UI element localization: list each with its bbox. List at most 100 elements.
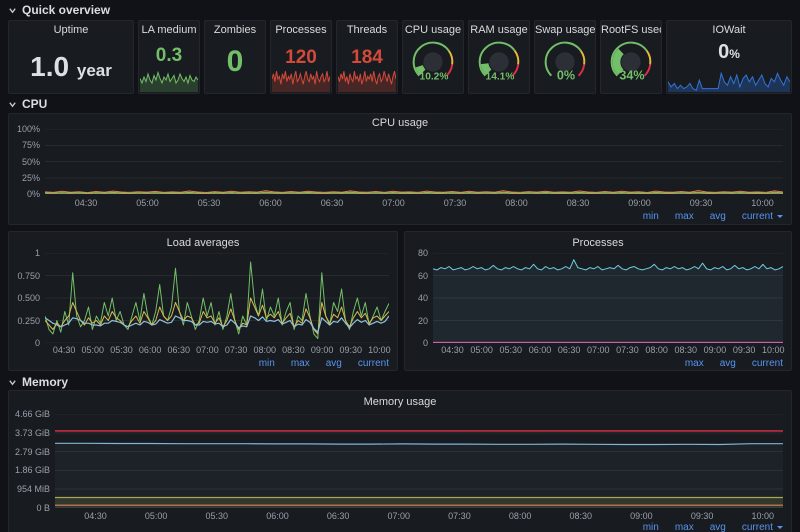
y-axis-label: 20 — [405, 316, 428, 326]
zombies-value: 0 — [205, 45, 265, 79]
legend-max[interactable]: max — [675, 522, 694, 532]
threads-sparkline — [338, 66, 396, 92]
legend-current[interactable]: current — [752, 358, 783, 369]
ram-usage-gauge: 14.1% — [469, 37, 529, 85]
panel-title[interactable]: RootFS used — [601, 24, 661, 36]
legend-min[interactable]: min — [643, 211, 659, 222]
legend-current[interactable]: current — [742, 211, 783, 222]
y-axis-label: 3.73 GiB — [9, 428, 50, 438]
panel-title[interactable]: LA medium — [139, 24, 199, 36]
y-axis-label: 25% — [9, 173, 40, 183]
panel-processes-stat: Processes 120 — [270, 20, 332, 94]
section-title: CPU — [22, 97, 47, 111]
legend-avg[interactable]: avg — [720, 358, 736, 369]
panel-title[interactable]: Memory usage — [9, 396, 791, 408]
y-axis-label: 0 B — [9, 503, 50, 513]
svg-text:10.2%: 10.2% — [420, 71, 449, 82]
legend-max[interactable]: max — [685, 358, 704, 369]
section-quick-overview[interactable]: Quick overview — [8, 3, 110, 17]
x-axis-label: 06:00 — [257, 511, 297, 521]
panel-title[interactable]: Zombies — [205, 24, 265, 36]
caret-down-icon — [777, 215, 783, 221]
y-axis-label: 100% — [9, 124, 40, 134]
panel-title[interactable]: Load averages — [9, 237, 397, 249]
section-cpu[interactable]: CPU — [8, 97, 47, 111]
panel-ram-gauge: RAM usage 14.1% — [468, 20, 530, 94]
chevron-down-icon — [8, 100, 17, 109]
chevron-down-icon — [8, 378, 17, 387]
x-axis-label: 09:00 — [621, 511, 661, 521]
y-axis-label: 75% — [9, 140, 40, 150]
x-axis-label: 08:00 — [500, 511, 540, 521]
chevron-down-icon — [8, 6, 17, 15]
section-memory[interactable]: Memory — [8, 375, 68, 389]
panel-title[interactable]: RAM usage — [469, 24, 529, 36]
legend-row: min max avg current — [259, 358, 389, 369]
rootfs-used-gauge: 34% — [601, 37, 661, 85]
y-axis-label: 80 — [405, 248, 428, 258]
panel-rootfs-gauge: RootFS used 34% — [600, 20, 662, 94]
x-axis-label: 04:30 — [66, 198, 106, 208]
x-axis-label: 07:30 — [439, 511, 479, 521]
x-axis-label: 10:00 — [743, 511, 783, 521]
legend-current[interactable]: current — [358, 358, 389, 369]
panel-title[interactable]: Swap usage — [535, 24, 595, 36]
legend-row: max avg current — [685, 358, 783, 369]
cpu_usage-plot — [45, 129, 783, 194]
panel-title[interactable]: CPU usage — [9, 117, 791, 129]
panel-zombies: Zombies 0 — [204, 20, 266, 94]
x-axis-label: 08:30 — [561, 511, 601, 521]
legend-max[interactable]: max — [675, 211, 694, 222]
panel-uptime: Uptime 1.0 year — [8, 20, 134, 94]
y-axis-label: 40 — [405, 293, 428, 303]
x-axis-label: 09:30 — [682, 511, 722, 521]
svg-text:0%: 0% — [557, 68, 575, 82]
x-axis-label: 07:30 — [435, 198, 475, 208]
y-axis-label: 0 — [405, 338, 428, 348]
uptime-unit: year — [77, 61, 112, 80]
x-axis-label: 04:30 — [75, 511, 115, 521]
panel-threads-stat: Threads 184 — [336, 20, 398, 94]
x-axis-label: 06:30 — [312, 198, 352, 208]
panel-title[interactable]: Uptime — [9, 24, 133, 36]
section-title: Quick overview — [22, 3, 110, 17]
panel-cpu-gauge: CPU usage 10.2% — [402, 20, 464, 94]
panel-title[interactable]: Processes — [405, 237, 791, 249]
legend-row: min max avg current — [643, 211, 783, 222]
panel-memory-usage-chart: Memory usage 0 B954 MiB1.86 GiB2.79 GiB3… — [8, 390, 792, 532]
y-axis-label: 0.250 — [9, 316, 40, 326]
svg-text:34%: 34% — [619, 68, 644, 82]
panel-title[interactable]: IOWait — [667, 24, 791, 36]
x-axis-label: 08:00 — [497, 198, 537, 208]
y-axis-label: 0% — [9, 189, 40, 199]
panel-title[interactable]: CPU usage — [403, 24, 463, 36]
y-axis-label: 1 — [9, 248, 40, 258]
panel-load-averages-chart: Load averages 00.2500.5000.750104:3005:0… — [8, 231, 398, 371]
x-axis-label: 05:00 — [128, 198, 168, 208]
uptime-value: 1.0 year — [9, 51, 133, 83]
y-axis-label: 1.86 GiB — [9, 465, 50, 475]
section-title: Memory — [22, 375, 68, 389]
x-axis-label: 10:00 — [742, 198, 782, 208]
legend-row: min max avg current — [643, 522, 783, 532]
panel-la-medium: LA medium 0.3 — [138, 20, 200, 94]
legend-min[interactable]: min — [259, 358, 275, 369]
x-axis-label: 08:30 — [558, 198, 598, 208]
swap-usage-gauge: 0% — [535, 37, 595, 85]
legend-max[interactable]: max — [291, 358, 310, 369]
x-axis-label: 05:30 — [189, 198, 229, 208]
x-axis-label: 06:00 — [251, 198, 291, 208]
panel-title[interactable]: Processes — [271, 24, 331, 36]
legend-avg[interactable]: avg — [710, 522, 726, 532]
panel-processes-chart: Processes 02040608004:3005:0005:3006:000… — [404, 231, 792, 371]
y-axis-label: 4.66 GiB — [9, 409, 50, 419]
x-axis-label: 05:00 — [136, 511, 176, 521]
legend-avg[interactable]: avg — [326, 358, 342, 369]
x-axis-label: 05:30 — [197, 511, 237, 521]
panel-title[interactable]: Threads — [337, 24, 397, 36]
processes-plot — [433, 253, 783, 343]
legend-avg[interactable]: avg — [710, 211, 726, 222]
legend-min[interactable]: min — [643, 522, 659, 532]
legend-current[interactable]: current — [742, 522, 783, 532]
grafana-dashboard: Quick overview Uptime 1.0 year LA medium… — [0, 0, 800, 532]
